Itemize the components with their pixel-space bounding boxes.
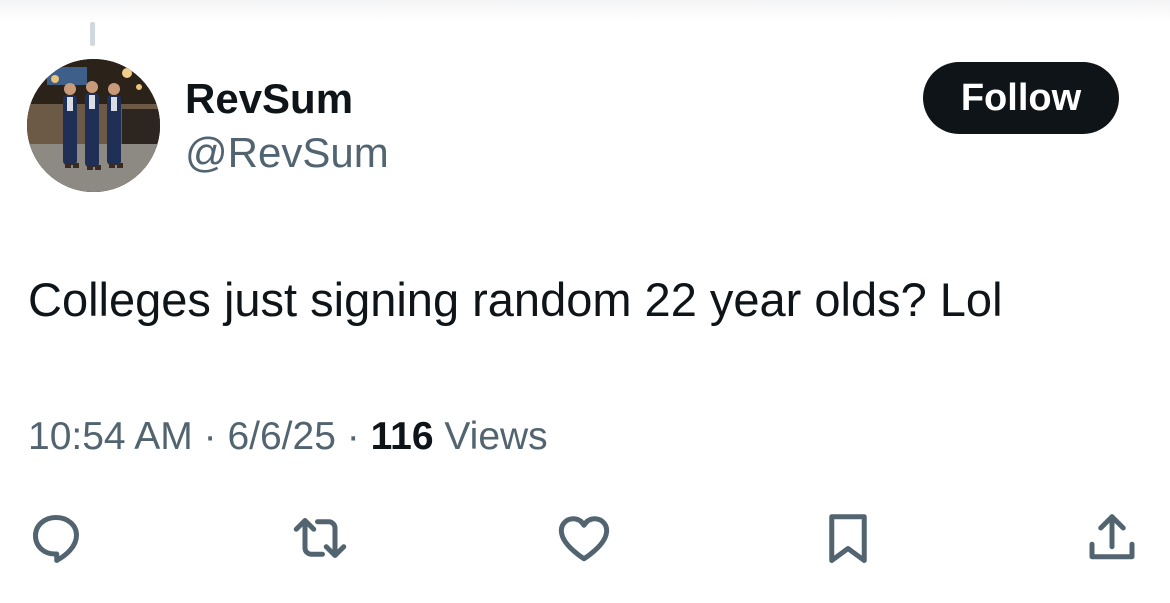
tweet-metadata: 10:54 AM · 6/6/25 · 116 Views: [28, 412, 548, 462]
views-count: 116: [370, 415, 434, 458]
reply-icon: [33, 515, 79, 563]
avatar-photo: [27, 59, 160, 192]
separator-dot: ·: [203, 415, 217, 458]
heart-icon: [558, 516, 610, 562]
retweet-icon: [293, 518, 347, 558]
share-icon: [1089, 514, 1135, 560]
previous-tweet-edge: [0, 0, 1170, 22]
author-handle[interactable]: @RevSum: [185, 128, 389, 178]
views-label: Views: [444, 415, 548, 458]
bookmark-icon: [829, 514, 867, 563]
author-display-name[interactable]: RevSum: [185, 74, 353, 124]
separator-dot: ·: [346, 415, 360, 458]
thread-connector-line: [90, 22, 95, 46]
tweet-date[interactable]: 6/6/25: [227, 415, 335, 458]
like-button[interactable]: [552, 506, 616, 570]
share-button[interactable]: [1080, 506, 1144, 570]
tweet-text: Colleges just signing random 22 year old…: [28, 273, 1003, 326]
follow-button[interactable]: Follow: [923, 62, 1119, 134]
reply-button[interactable]: [24, 506, 88, 570]
tweet-time[interactable]: 10:54 AM: [28, 415, 193, 458]
avatar[interactable]: [27, 59, 160, 192]
bookmark-button[interactable]: [816, 506, 880, 570]
retweet-button[interactable]: [288, 506, 352, 570]
